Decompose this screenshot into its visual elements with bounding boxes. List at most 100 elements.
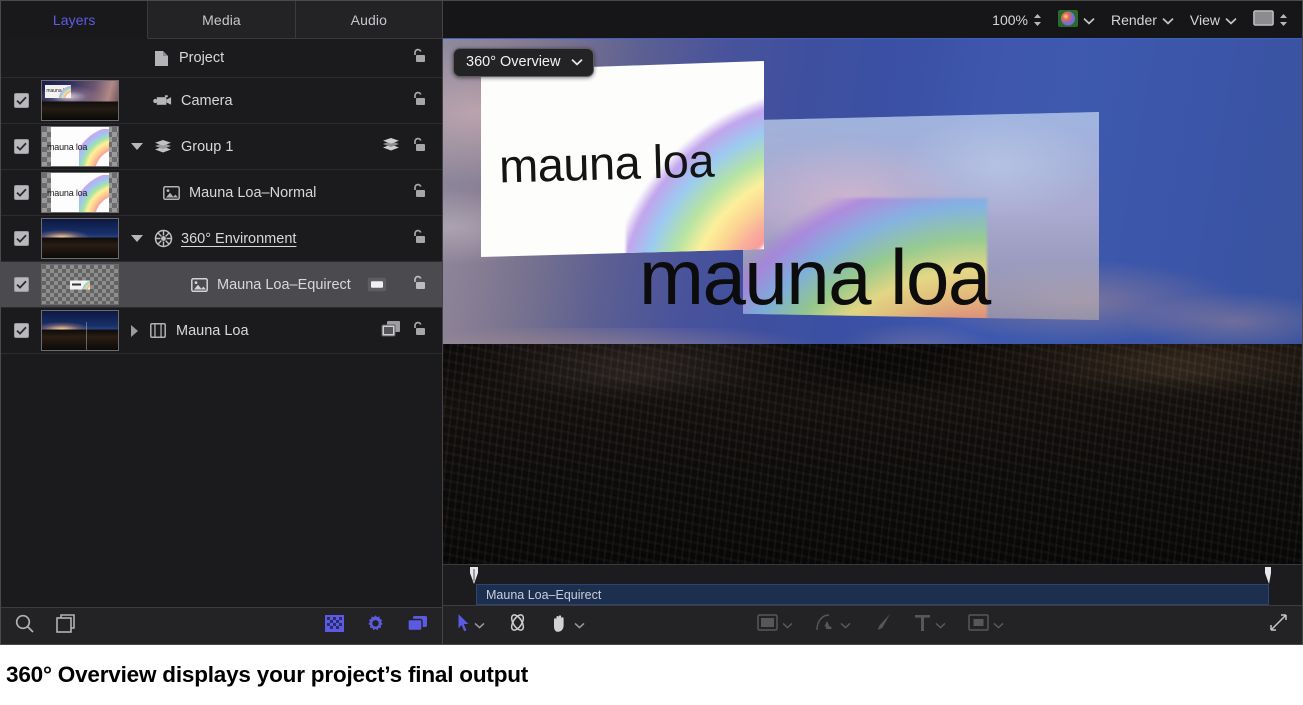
layer-name-cell: Project (1, 48, 411, 68)
thumbnail-art (42, 265, 118, 304)
bottom-right-icons (325, 614, 428, 638)
chevron-down-icon[interactable] (935, 616, 946, 634)
lock-icon[interactable] (411, 91, 428, 111)
layer-checkbox[interactable] (14, 277, 29, 292)
thumbnail-art: mauna loa (42, 81, 118, 120)
view-menu[interactable]: View (1190, 12, 1237, 28)
layer-row-camera[interactable]: mauna loa (1, 78, 442, 124)
layer-label: Mauna Loa–Normal (189, 185, 316, 201)
text-tool[interactable] (914, 613, 946, 637)
layer-thumb-cell: mauna loa (41, 172, 123, 213)
layer-name-cell: Group 1 (123, 137, 381, 157)
disclosure-triangle[interactable] (131, 235, 143, 242)
row-right-icons (381, 320, 442, 342)
mask-tool[interactable] (968, 614, 1004, 636)
caption-text: 360° Overview displays your project’s fi… (6, 662, 528, 688)
row-right-icons (411, 275, 442, 295)
layer-list[interactable]: Project (1, 39, 442, 607)
display-layout-control[interactable] (1253, 10, 1288, 29)
disclosure-triangle[interactable] (131, 325, 138, 337)
layer-row-mauna-loa-normal[interactable]: mauna loa Mauna Loa–Normal (1, 170, 442, 216)
layer-thumb-cell (41, 310, 123, 351)
layers-panel: Layers Media Audio Project (1, 1, 443, 644)
layers-panel-icon[interactable] (407, 615, 428, 637)
gear-icon[interactable] (366, 614, 385, 638)
disclosure-spacer (131, 95, 143, 107)
bezier-tool[interactable] (815, 613, 851, 637)
checkerboard-icon[interactable] (325, 615, 344, 637)
layer-row-360-environment[interactable]: 360° Environment (1, 216, 442, 262)
lock-icon[interactable] (411, 183, 428, 203)
group-stack-icon[interactable] (381, 138, 401, 156)
chevron-down-icon[interactable] (840, 616, 851, 634)
render-menu[interactable]: Render (1111, 12, 1174, 28)
layer-row-group-1[interactable]: mauna loa Group 1 (1, 124, 442, 170)
equirect-badge-icon[interactable] (367, 277, 387, 292)
layer-checkbox[interactable] (14, 231, 29, 246)
camera-icon (153, 91, 173, 111)
lock-icon[interactable] (411, 275, 428, 295)
sphere-icon (153, 229, 173, 249)
paint-stroke-tool[interactable] (873, 613, 892, 637)
thumbnail-art: mauna loa (42, 127, 118, 166)
film-icon (148, 321, 168, 341)
figure-caption: 360° Overview displays your project’s fi… (0, 645, 1303, 705)
zoom-control[interactable]: 100% (992, 12, 1042, 28)
layer-enable-cell (1, 93, 41, 108)
view-mode-dropdown[interactable]: 360° Overview (453, 48, 594, 77)
zoom-value: 100% (992, 12, 1028, 28)
layer-row-mauna-loa-equirect[interactable]: Mauna Loa–Equirect (1, 262, 442, 308)
chevron-down-icon (1083, 12, 1095, 28)
select-tool[interactable] (457, 613, 485, 637)
layer-row-mauna-loa[interactable]: Mauna Loa (1, 308, 442, 354)
viewer-canvas[interactable]: mauna loa mauna loa 360° Overview (443, 39, 1302, 564)
pan-tool[interactable] (550, 613, 585, 638)
timeline-clip-label: Mauna Loa–Equirect (486, 588, 601, 602)
canvas-toolbar: 100% (443, 1, 1302, 39)
clip-badge-icon[interactable] (381, 320, 401, 342)
orbit-3d-icon (507, 612, 528, 638)
layer-checkbox[interactable] (14, 139, 29, 154)
layer-checkbox[interactable] (14, 185, 29, 200)
chevron-down-icon[interactable] (782, 616, 793, 634)
lock-icon[interactable] (411, 229, 428, 249)
resize-handle-icon[interactable] (1269, 613, 1288, 637)
mask-rect-icon (968, 614, 989, 636)
orbit-tool[interactable] (507, 612, 528, 638)
layer-checkbox[interactable] (14, 323, 29, 338)
shape-tool[interactable] (757, 614, 793, 636)
chevron-down-icon[interactable] (993, 616, 1004, 634)
layer-enable-cell (1, 277, 41, 292)
arrow-icon (457, 613, 470, 637)
timeline-clip[interactable]: Mauna Loa–Equirect (476, 584, 1269, 605)
lock-icon[interactable] (411, 48, 428, 68)
thumbnail-art (42, 311, 118, 350)
stepper-icon[interactable] (1033, 13, 1042, 27)
chevron-down-icon[interactable] (474, 616, 485, 634)
layer-label: Project (179, 50, 224, 66)
layer-checkbox[interactable] (14, 93, 29, 108)
lock-icon[interactable] (411, 321, 428, 341)
tab-layers[interactable]: Layers (1, 1, 148, 39)
frame-icon[interactable] (56, 614, 75, 638)
tab-media[interactable]: Media (148, 1, 295, 39)
layer-label: Mauna Loa (176, 323, 249, 339)
chevron-down-icon[interactable] (574, 616, 585, 634)
panel-tabbar: Layers Media Audio (1, 1, 442, 39)
timeline-ruler[interactable] (443, 564, 1302, 584)
canvas-tools-bar (443, 605, 1302, 644)
tab-audio[interactable]: Audio (296, 1, 442, 39)
layer-thumb-cell (41, 264, 123, 305)
bottom-left-icons (15, 614, 75, 638)
stepper-icon[interactable] (1279, 13, 1288, 27)
layer-enable-cell (1, 139, 41, 154)
layer-row-project[interactable]: Project (1, 39, 442, 78)
color-channel-control[interactable] (1058, 10, 1095, 30)
group-icon (153, 137, 173, 157)
disclosure-triangle[interactable] (131, 143, 143, 150)
thumbnail-card-label: mauna loa (47, 188, 87, 198)
paint-stroke-icon (873, 613, 892, 637)
lock-icon[interactable] (411, 137, 428, 157)
search-icon[interactable] (15, 614, 34, 638)
image-icon (189, 275, 209, 295)
